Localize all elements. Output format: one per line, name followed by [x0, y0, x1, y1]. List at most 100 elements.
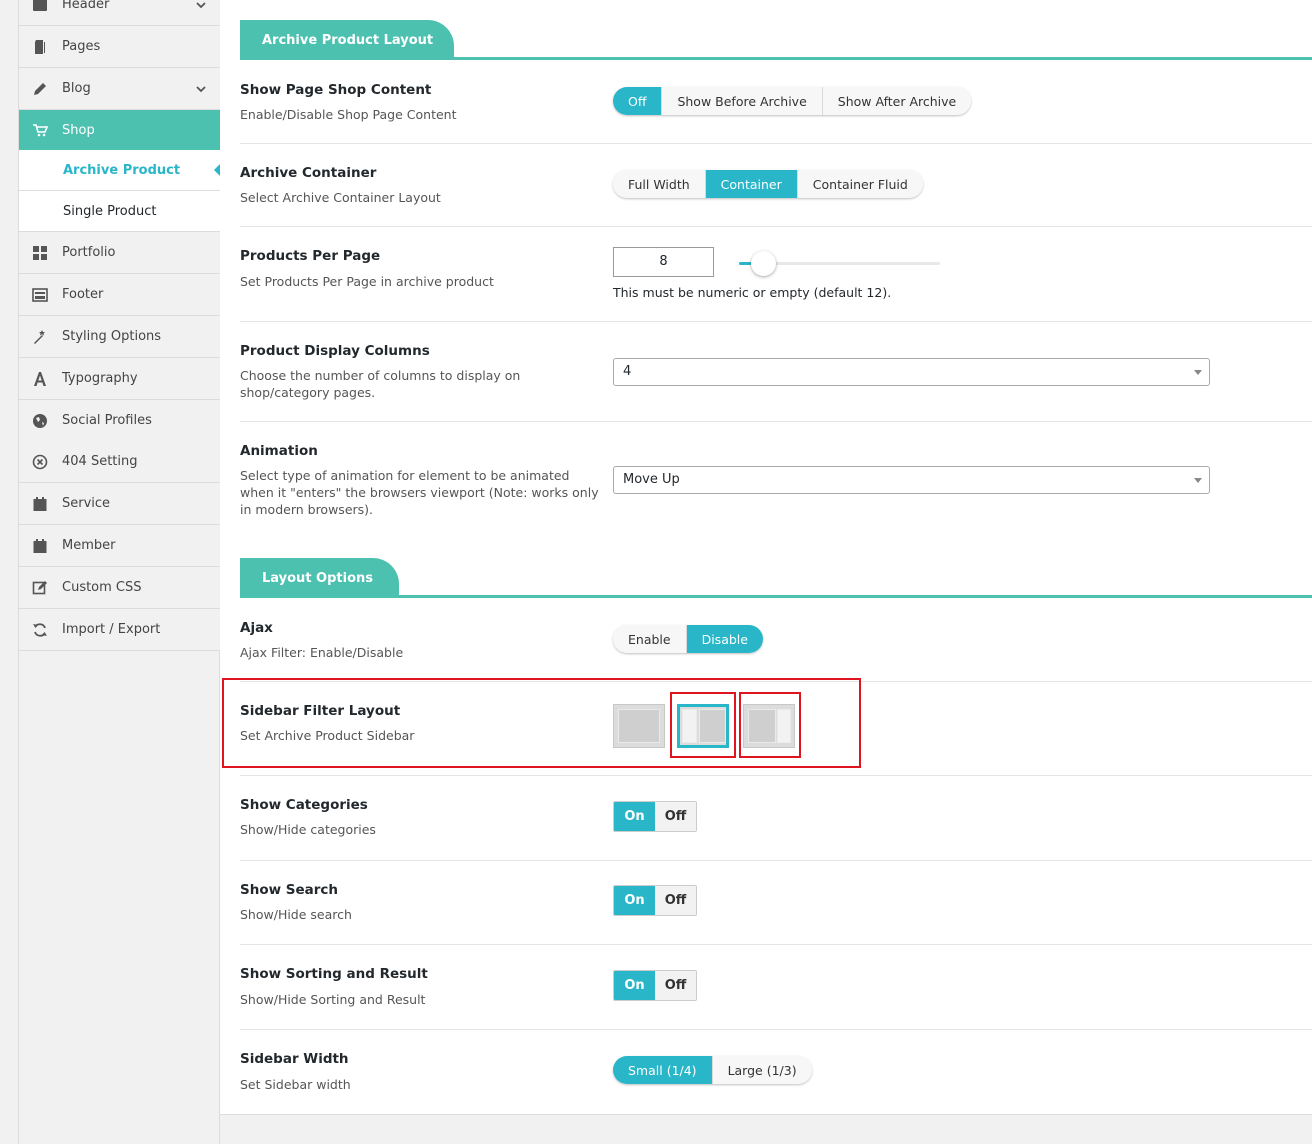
- shop-content-button-group: Off Show Before Archive Show After Archi…: [613, 87, 972, 115]
- show-search-toggle[interactable]: On Off: [613, 885, 697, 916]
- refresh-icon: [32, 622, 48, 638]
- products-per-page-hint: This must be numeric or empty (default 1…: [613, 285, 892, 300]
- calendar-icon: [32, 538, 48, 554]
- row-description: Show/Hide search: [240, 907, 352, 922]
- row-description: Set Sidebar width: [240, 1077, 351, 1092]
- row-title: Animation: [240, 443, 318, 459]
- pencil-icon: [32, 81, 48, 97]
- ajax-enable-button[interactable]: Enable: [613, 625, 687, 653]
- row-description: Show/Hide categories: [240, 822, 376, 837]
- sidebar-width-large-button[interactable]: Large (1/3): [712, 1056, 812, 1084]
- products-per-page-input[interactable]: 8: [613, 247, 714, 277]
- sidebar-item-member[interactable]: Member: [19, 525, 220, 567]
- sidebar-item-footer[interactable]: Footer: [19, 274, 220, 316]
- sidebar-item-import-export[interactable]: Import / Export: [19, 609, 220, 651]
- sidebar-item-label: Pages: [62, 39, 101, 54]
- sidebar-item-label: Typography: [62, 371, 138, 386]
- circle-x-icon: [32, 454, 48, 470]
- magic-wand-icon: [32, 329, 48, 345]
- calendar-icon: [32, 496, 48, 512]
- row-divider: [240, 860, 1312, 861]
- slider-handle[interactable]: [750, 251, 776, 276]
- options-panel: Archive Product Layout Show Page Shop Co…: [220, 0, 1312, 1114]
- sidebar-item-label: Import / Export: [62, 622, 161, 637]
- row-title: Show Page Shop Content: [240, 82, 432, 98]
- sidebar-item-label: Service: [62, 496, 111, 511]
- sidebar-item-custom-css[interactable]: Custom CSS: [19, 567, 220, 609]
- row-divider: [240, 421, 1312, 422]
- row-divider: [240, 143, 1312, 144]
- row-divider: [240, 775, 1312, 776]
- sidebar-item-header[interactable]: Header: [19, 0, 220, 26]
- sidebar-item-label: Shop: [62, 122, 95, 138]
- header-icon: [32, 0, 48, 13]
- show-categories-toggle[interactable]: On Off: [613, 801, 697, 832]
- chevron-down-icon: [196, 1, 206, 8]
- sidebar-item-styling-options[interactable]: Styling Options: [19, 316, 220, 358]
- row-title: Ajax: [240, 620, 273, 636]
- sidebar-subitem-archive-product[interactable]: Archive Product: [19, 150, 221, 191]
- container-fluid-button[interactable]: Container Fluid: [797, 170, 923, 198]
- sidebar-item-label: Member: [62, 538, 116, 553]
- sidebar-subitem-label: Archive Product: [63, 162, 181, 178]
- edit-icon: [32, 580, 48, 596]
- archive-container-button-group: Full Width Container Container Fluid: [613, 170, 923, 198]
- pages-icon: [32, 39, 48, 55]
- show-sorting-toggle[interactable]: On Off: [613, 970, 697, 1001]
- sidebar-item-portfolio[interactable]: Portfolio: [19, 232, 220, 274]
- sidebar-subitem-single-product[interactable]: Single Product: [19, 191, 220, 232]
- row-divider: [240, 1029, 1312, 1030]
- row-title: Archive Container: [240, 165, 377, 181]
- toggle-off-button[interactable]: Off: [655, 886, 696, 915]
- sidebar-item-shop[interactable]: Shop: [19, 110, 220, 150]
- row-divider: [240, 321, 1312, 322]
- sidebar-item-service[interactable]: Service: [19, 483, 220, 525]
- product-columns-select[interactable]: 4: [613, 358, 1210, 386]
- row-divider: [240, 226, 1312, 227]
- select-value: Move Up: [623, 472, 680, 487]
- sidebar-item-label: Social Profiles: [62, 413, 152, 428]
- toggle-on-button[interactable]: On: [614, 802, 655, 831]
- page-footer-area: [220, 1114, 1312, 1144]
- row-description: Show/Hide Sorting and Result: [240, 992, 426, 1007]
- section-tab-archive: Archive Product Layout: [240, 20, 454, 60]
- sidebar-subitem-label: Single Product: [63, 203, 157, 219]
- sidebar-width-small-button[interactable]: Small (1/4): [613, 1056, 713, 1084]
- row-description: Set Products Per Page in archive product: [240, 274, 494, 289]
- show-after-archive-button[interactable]: Show After Archive: [822, 87, 972, 115]
- ajax-button-group: Enable Disable: [613, 625, 763, 653]
- row-title: Show Search: [240, 882, 339, 898]
- ajax-disable-button[interactable]: Disable: [686, 625, 763, 653]
- container-button[interactable]: Container: [705, 170, 798, 198]
- sidebar-item-label: Custom CSS: [62, 580, 142, 595]
- toggle-on-button[interactable]: On: [614, 886, 655, 915]
- row-description: Select type of animation for element to …: [240, 468, 599, 517]
- show-before-archive-button[interactable]: Show Before Archive: [662, 87, 823, 115]
- sidebar-item-label: Footer: [62, 287, 104, 302]
- sidebar-item-pages[interactable]: Pages: [19, 26, 220, 68]
- globe-icon: [32, 413, 48, 429]
- animation-select[interactable]: Move Up: [613, 466, 1210, 494]
- font-icon: [32, 371, 48, 387]
- toggle-on-button[interactable]: On: [614, 971, 655, 1000]
- theme-options-page: Header Pages Blog Shop Archive Product S…: [0, 0, 1312, 1144]
- full-width-button[interactable]: Full Width: [613, 170, 706, 198]
- sidebar-item-social-profiles[interactable]: Social Profiles: [19, 400, 220, 442]
- shop-content-off-button[interactable]: Off: [613, 87, 663, 115]
- row-title: Show Categories: [240, 797, 368, 813]
- highlight-box-left-sidebar: [670, 692, 736, 758]
- sidebar-item-label: Portfolio: [62, 245, 116, 260]
- row-title: Products Per Page: [240, 248, 381, 264]
- sidebar-item-typography[interactable]: Typography: [19, 358, 220, 400]
- options-sidebar: Header Pages Blog Shop Archive Product S…: [18, 0, 221, 1144]
- sidebar-item-label: Header: [62, 0, 110, 12]
- highlight-box-right-sidebar: [739, 692, 801, 758]
- sidebar-item-label: Styling Options: [62, 329, 162, 344]
- toggle-off-button[interactable]: Off: [655, 971, 696, 1000]
- sidebar-item-404-setting[interactable]: 404 Setting: [19, 441, 220, 483]
- footer-icon: [32, 287, 48, 303]
- toggle-off-button[interactable]: Off: [655, 802, 696, 831]
- sidebar-item-blog[interactable]: Blog: [19, 68, 220, 110]
- row-title: Sidebar Width: [240, 1051, 349, 1067]
- row-description: Select Archive Container Layout: [240, 190, 441, 205]
